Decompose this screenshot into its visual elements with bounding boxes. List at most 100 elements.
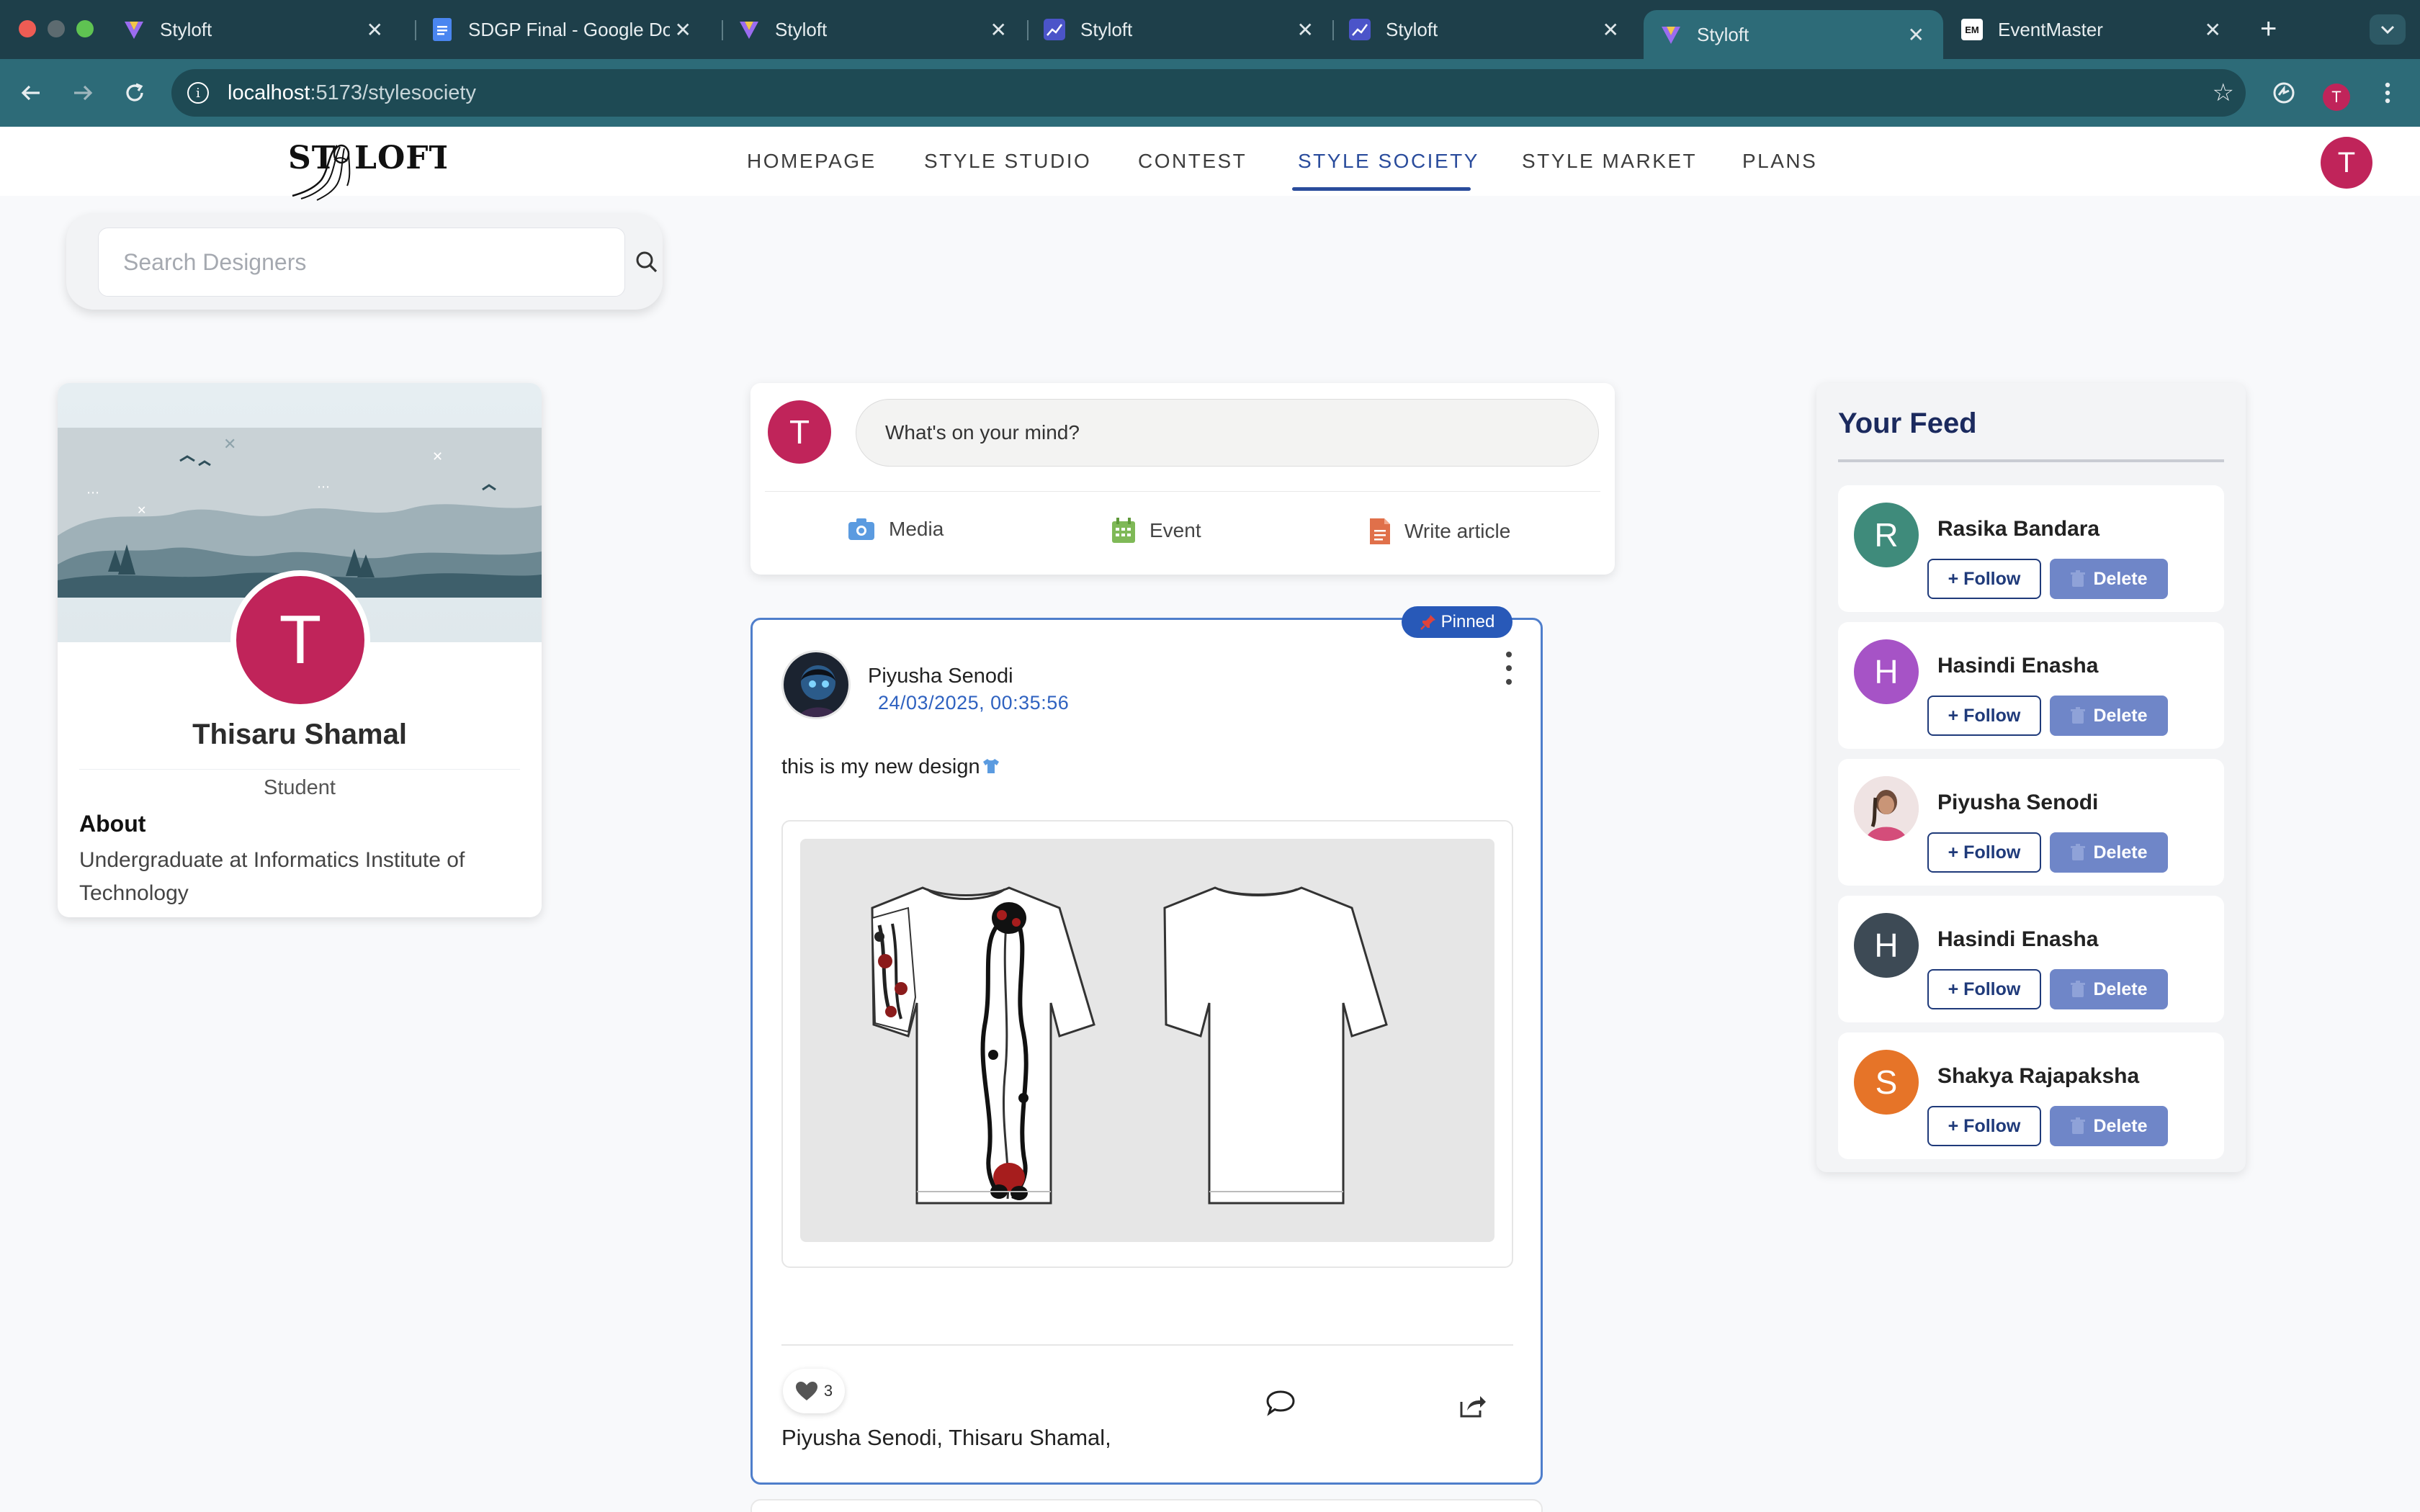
feed-user-avatar[interactable]: R xyxy=(1854,503,1919,567)
follow-button[interactable]: + Follow xyxy=(1927,832,2041,873)
post-author-name[interactable]: Piyusha Senodi xyxy=(868,665,1013,688)
browser-tab[interactable]: Styloft ✕ xyxy=(722,10,1026,49)
browser-tab[interactable]: EM EventMaster ✕ xyxy=(1945,10,2240,49)
close-tab-icon[interactable]: ✕ xyxy=(1908,23,1924,47)
url-path: :5173/stylesociety xyxy=(310,81,476,104)
extension-button[interactable] xyxy=(2266,75,2302,111)
post-text-content: this is my new design xyxy=(781,755,980,778)
delete-label: Delete xyxy=(2093,842,2148,863)
write-article-button[interactable]: Write article xyxy=(1368,517,1510,546)
tab-title: SDGP Final - Google Docs xyxy=(468,18,670,40)
follow-button[interactable]: + Follow xyxy=(1927,696,2041,736)
trash-icon xyxy=(2071,707,2086,724)
feed-user-name[interactable]: Rasika Bandara xyxy=(1937,517,2099,541)
maximize-window-button[interactable] xyxy=(76,20,94,37)
close-tab-icon[interactable]: ✕ xyxy=(990,18,1007,42)
nav-contest[interactable]: CONTEST xyxy=(1138,150,1247,173)
browser-tab-bar: Styloft ✕ SDGP Final - Google Docs ✕ Sty… xyxy=(0,0,2420,59)
delete-button[interactable]: Delete xyxy=(2050,696,2168,736)
event-button[interactable]: Event xyxy=(1111,517,1201,544)
browser-tab-active[interactable]: Styloft ✕ xyxy=(1644,10,1943,59)
arrow-right-icon xyxy=(74,85,93,101)
like-button[interactable]: 3 xyxy=(783,1369,845,1413)
tab-search-button[interactable] xyxy=(2370,14,2406,45)
feed-user-name[interactable]: Hasindi Enasha xyxy=(1937,927,2098,952)
follow-button[interactable]: + Follow xyxy=(1927,969,2041,1009)
close-tab-icon[interactable]: ✕ xyxy=(367,18,383,42)
nav-homepage[interactable]: HOMEPAGE xyxy=(747,150,877,173)
more-vertical-icon xyxy=(1506,652,1512,657)
user-avatar[interactable]: T xyxy=(2321,137,2372,189)
follow-button[interactable]: + Follow xyxy=(1927,1106,2041,1146)
feed-user-avatar[interactable]: H xyxy=(1854,639,1919,704)
heart-icon xyxy=(795,1382,817,1400)
back-button[interactable] xyxy=(13,75,49,111)
pin-icon xyxy=(1420,615,1435,630)
post-card: Piyusha Senodi 24/03/2025, 00:35:56 this… xyxy=(750,618,1543,1485)
browser-profile-avatar[interactable]: T xyxy=(2323,84,2350,111)
like-count: 3 xyxy=(823,1382,833,1400)
feed-user-card: H Hasindi Enasha + Follow Delete xyxy=(1838,896,2224,1022)
nav-style-market[interactable]: STYLE MARKET xyxy=(1522,150,1697,173)
address-bar[interactable]: i localhost:5173/stylesociety ☆ xyxy=(171,69,2246,117)
post-author-avatar[interactable] xyxy=(781,650,851,719)
user-photo-icon xyxy=(1854,776,1919,841)
post-image[interactable] xyxy=(800,839,1494,1242)
site-info-icon[interactable]: i xyxy=(187,82,209,104)
delete-button[interactable]: Delete xyxy=(2050,1106,2168,1146)
event-label: Event xyxy=(1150,519,1201,541)
browser-tab[interactable]: Styloft ✕ xyxy=(107,10,402,49)
svg-text:EM: EM xyxy=(1965,24,1979,35)
delete-button[interactable]: Delete xyxy=(2050,969,2168,1009)
styloft-logo[interactable]: ST LOFT xyxy=(259,138,452,202)
delete-button[interactable]: Delete xyxy=(2050,559,2168,599)
svg-text:LOFT: LOFT xyxy=(354,140,447,176)
share-button[interactable] xyxy=(1458,1393,1487,1423)
post-divider xyxy=(781,1344,1513,1346)
bookmark-star-icon[interactable]: ☆ xyxy=(2213,78,2234,107)
close-tab-icon[interactable]: ✕ xyxy=(1603,18,1619,42)
pinned-label: Pinned xyxy=(1440,612,1495,631)
active-nav-indicator xyxy=(1292,187,1471,191)
trash-icon xyxy=(2071,981,2086,997)
feed-user-avatar[interactable]: H xyxy=(1854,913,1919,978)
reload-icon xyxy=(126,83,143,102)
browser-tab[interactable]: Styloft ✕ xyxy=(1027,10,1332,49)
comment-button[interactable] xyxy=(1265,1389,1296,1421)
whats-on-your-mind-input[interactable]: What's on your mind? xyxy=(856,399,1599,467)
author-photo-icon xyxy=(784,652,848,717)
post-options-button[interactable] xyxy=(1502,652,1516,685)
feed-user-name[interactable]: Hasindi Enasha xyxy=(1937,654,2098,678)
about-text: Undergraduate at Informatics Institute o… xyxy=(79,848,465,905)
app-header: ST LOFT HOMEPAGE STYLE STUDIO CONTEST ST… xyxy=(0,127,2420,201)
search-icon xyxy=(636,251,658,273)
nav-plans[interactable]: PLANS xyxy=(1742,150,1817,173)
nav-style-studio[interactable]: STYLE STUDIO xyxy=(924,150,1091,173)
feed-user-name[interactable]: Piyusha Senodi xyxy=(1937,791,2098,815)
close-tab-icon[interactable]: ✕ xyxy=(2205,18,2221,42)
reload-button[interactable] xyxy=(117,75,153,111)
follow-button[interactable]: + Follow xyxy=(1927,559,2041,599)
close-window-button[interactable] xyxy=(19,20,36,37)
feed-user-avatar[interactable] xyxy=(1854,776,1919,841)
forward-button[interactable] xyxy=(65,75,101,111)
new-tab-button[interactable]: + xyxy=(2260,13,2277,45)
styloft-favicon-icon xyxy=(738,18,761,41)
close-tab-icon[interactable]: ✕ xyxy=(1297,18,1314,42)
search-button[interactable] xyxy=(614,229,680,295)
feed-user-avatar[interactable]: S xyxy=(1854,1050,1919,1115)
browser-tab[interactable]: Styloft ✕ xyxy=(1332,10,1638,49)
delete-button[interactable]: Delete xyxy=(2050,832,2168,873)
search-panel xyxy=(66,213,663,310)
svg-text:⋯: ⋯ xyxy=(317,480,330,495)
media-button[interactable]: Media xyxy=(847,517,944,541)
search-designers-input[interactable] xyxy=(99,228,524,296)
minimize-window-button[interactable] xyxy=(48,20,65,37)
nav-style-society[interactable]: STYLE SOCIETY xyxy=(1298,150,1479,173)
browser-menu-button[interactable] xyxy=(2370,75,2406,111)
feed-title: Your Feed xyxy=(1838,408,1977,439)
browser-tab[interactable]: SDGP Final - Google Docs ✕ xyxy=(415,10,710,49)
close-tab-icon[interactable]: ✕ xyxy=(675,18,691,42)
feed-user-name[interactable]: Shakya Rajapaksha xyxy=(1937,1064,2139,1089)
chevron-down-icon xyxy=(2380,25,2395,35)
